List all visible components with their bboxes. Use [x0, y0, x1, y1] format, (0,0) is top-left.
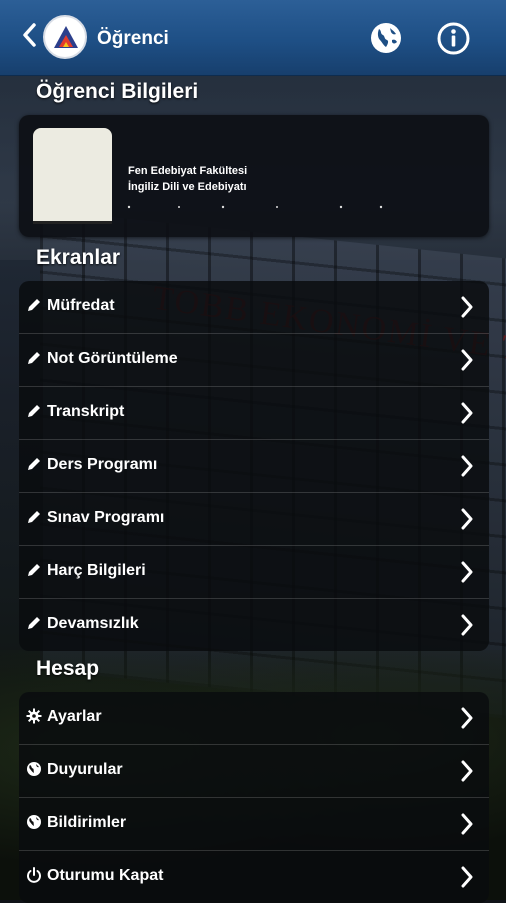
section-student-info-heading: Öğrenci Bilgileri [36, 80, 199, 103]
menu-item-ders-programi[interactable]: Ders Programı [19, 440, 489, 493]
chevron-right-icon [461, 760, 473, 782]
chevron-right-icon [461, 455, 473, 477]
menu-item-label: Devamsızlık [47, 615, 139, 632]
pencil-icon [28, 511, 40, 523]
chevron-right-icon [461, 508, 473, 530]
pencil-icon [28, 617, 40, 629]
menu-item-sinav-programi[interactable]: Sınav Programı [19, 493, 489, 546]
section-screens-heading: Ekranlar [36, 246, 121, 269]
menu-item-devamsizlik[interactable]: Devamsızlık [19, 599, 489, 651]
chevron-left-icon[interactable] [20, 22, 38, 48]
info-icon[interactable] [437, 22, 470, 55]
university-logo [43, 15, 87, 59]
page-title: Öğrenci [97, 28, 169, 49]
menu-item-label: Müfredat [47, 297, 115, 314]
menu-item-mufredat[interactable]: Müfredat [19, 281, 489, 334]
menu-item-oturumu-kapat[interactable]: Oturumu Kapat [19, 851, 489, 903]
menu-item-not-goruntuleme[interactable]: Not Görüntüleme [19, 334, 489, 387]
chevron-right-icon [461, 561, 473, 583]
menu-item-harc-bilgileri[interactable]: Harç Bilgileri [19, 546, 489, 599]
section-account-heading: Hesap [36, 657, 100, 680]
menu-item-ayarlar[interactable]: Ayarlar [19, 692, 489, 745]
menu-item-label: Harç Bilgileri [47, 562, 146, 579]
menu-item-label: Transkript [47, 403, 125, 420]
pencil-icon [28, 352, 40, 364]
pencil-icon [28, 299, 40, 311]
menu-item-label: Bildirimler [47, 814, 127, 831]
app-header: Öğrenci [0, 0, 506, 76]
menu-item-label: Duyurular [47, 761, 123, 778]
pencil-icon [28, 405, 40, 417]
menu-item-transkript[interactable]: Transkript [19, 387, 489, 440]
globe-icon [27, 762, 41, 776]
screens-menu: Müfredat Not Görüntüleme Transkript Ders… [19, 281, 489, 651]
student-photo [33, 128, 112, 224]
chevron-right-icon [461, 349, 473, 371]
gear-icon [26, 708, 42, 724]
menu-item-label: Sınav Programı [47, 509, 165, 526]
menu-item-label: Ayarlar [47, 708, 102, 725]
globe-icon [27, 815, 41, 829]
menu-item-label: Oturumu Kapat [47, 867, 164, 884]
globe-icon[interactable] [370, 22, 402, 54]
menu-item-label: Not Görüntüleme [47, 350, 178, 367]
chevron-right-icon [461, 813, 473, 835]
chevron-right-icon [461, 296, 473, 318]
student-profile-card: Fen Edebiyat Fakültesi İngiliz Dili ve E… [19, 115, 489, 237]
student-department: İngiliz Dili ve Edebiyatı [128, 181, 247, 193]
power-icon [27, 867, 41, 883]
student-info-placeholder [127, 205, 383, 209]
pencil-icon [28, 458, 40, 470]
menu-item-label: Ders Programı [47, 456, 158, 473]
pencil-icon [28, 564, 40, 576]
chevron-right-icon [461, 866, 473, 888]
chevron-right-icon [461, 614, 473, 636]
menu-item-duyurular[interactable]: Duyurular [19, 745, 489, 798]
account-menu: Ayarlar Duyurular Bildirimler Oturumu Ka… [19, 692, 489, 903]
student-faculty: Fen Edebiyat Fakültesi [128, 165, 248, 177]
menu-item-bildirimler[interactable]: Bildirimler [19, 798, 489, 851]
chevron-right-icon [461, 402, 473, 424]
chevron-right-icon [461, 707, 473, 729]
